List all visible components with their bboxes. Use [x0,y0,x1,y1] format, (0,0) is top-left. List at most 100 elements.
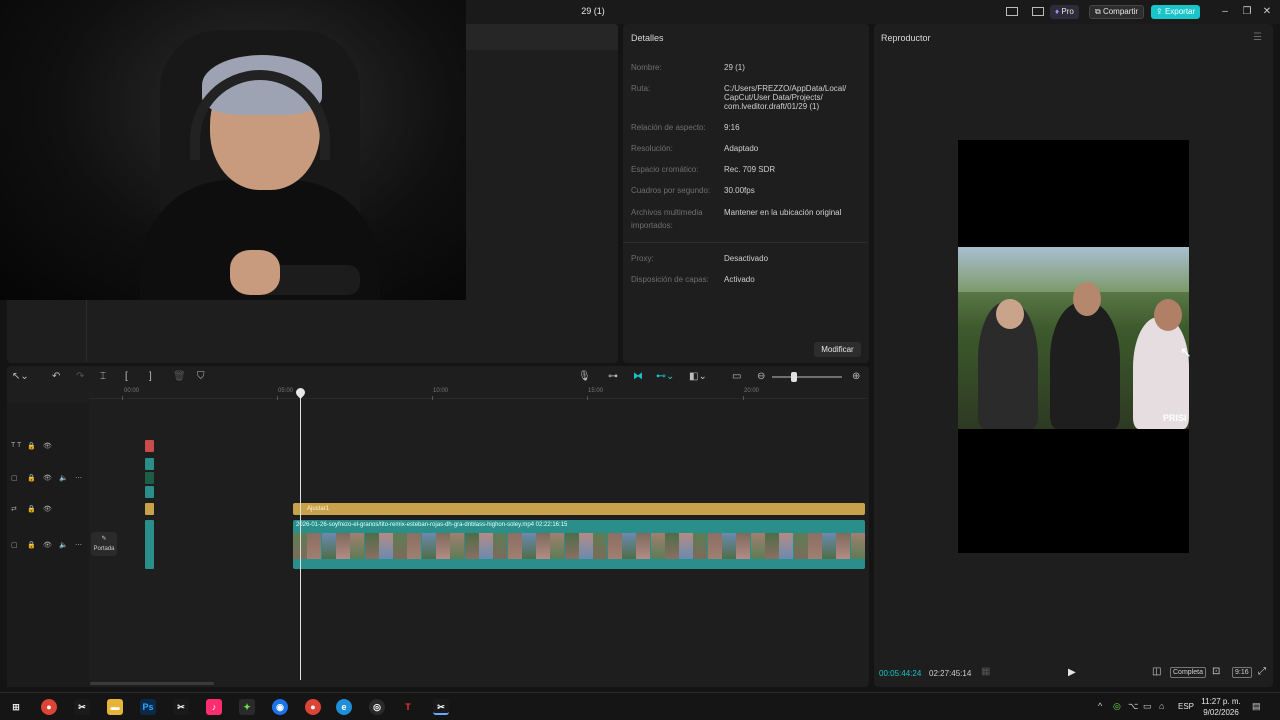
total-time: 02:27:45:14 [929,669,972,678]
speaker-icon[interactable]: 🔈 [59,541,68,549]
eye-icon[interactable]: 👁 [43,541,52,549]
trim-left-icon[interactable]: [ [125,371,128,382]
photoshop-icon[interactable]: Ps [140,699,156,715]
ruler-tick [432,396,433,400]
shield-icon[interactable]: ⛉ [197,371,205,382]
cover-button[interactable]: ✎ Portada [91,532,117,556]
video-clip-small[interactable] [145,472,154,484]
magnet-icon[interactable]: ⧓ [633,371,643,382]
filmstrip-frame [350,533,365,559]
filmstrip-frame [707,533,722,559]
adjust-clip-small[interactable] [145,503,154,515]
grid-icon[interactable]: ▦ [981,666,990,677]
detail-label-aspect: Relación de aspecto: [631,123,706,132]
select-tool-icon[interactable]: ↖⌄ [12,371,29,382]
chrome-icon[interactable]: ● [305,699,321,715]
eye-icon[interactable]: 👁 [43,474,52,482]
chrome-icon[interactable]: ● [41,699,57,715]
export-button[interactable]: ⇪ Exportar [1151,5,1201,19]
chevron-up-icon[interactable]: ^ [1098,701,1102,711]
lock-icon[interactable]: 🔒 [27,541,36,549]
filmstrip-frame [850,533,865,559]
notifications-icon[interactable]: ▤ [1252,701,1261,712]
caption-icon[interactable]: ▭ [732,371,741,382]
clock[interactable]: 11:27 p. m. 9/02/2026 [1200,696,1242,718]
bluetooth-icon[interactable]: ⌥ [1128,701,1138,712]
video-clip-small[interactable] [145,486,154,498]
ruler-tick-label: 20:00 [744,388,760,394]
display-icon[interactable]: ▭ [1143,701,1152,712]
capcut-icon[interactable]: ✂ [173,699,189,715]
language-indicator[interactable]: ESP [1178,702,1194,711]
shortcut-icon[interactable] [1032,7,1044,16]
filmstrip-frame [564,533,579,559]
detail-label-resolution: Resolución: [631,144,673,153]
more-icon[interactable]: ⋯ [75,541,82,549]
detail-label-proxy: Proxy: [631,254,654,263]
playhead[interactable] [300,394,301,680]
modify-button[interactable]: Modificar [814,342,861,357]
windows-start-icon[interactable]: ⊞ [8,699,24,715]
obs-icon[interactable]: ◎ [369,699,385,715]
zoom-in-icon[interactable]: ⊕ [852,371,860,382]
edge-icon[interactable]: e [336,699,352,715]
menu-icon[interactable]: ☰ [1253,32,1262,43]
layout-icon[interactable] [1006,7,1018,16]
filmstrip-frame [421,533,436,559]
capcut-active-icon[interactable]: ✂ [433,699,449,715]
detail-value-colorspace: Rec. 709 SDR [724,165,776,174]
tray-app-icon[interactable]: ◎ [1113,701,1121,712]
minimize-icon[interactable]: – [1217,4,1233,20]
filmstrip-frame [807,533,822,559]
clock-time: 11:27 p. m. [1201,697,1241,706]
play-icon[interactable]: ▶ [1068,667,1076,678]
capcut-icon[interactable]: ✂ [74,699,90,715]
delete-icon[interactable]: 🗑 [173,371,186,382]
lock-icon[interactable]: 🔒 [27,474,36,482]
share-button[interactable]: ⧉ Compartir [1089,5,1145,19]
folder-icon[interactable]: ▬ [107,699,123,715]
ratio-button[interactable]: 9:16 [1232,667,1252,678]
eye-icon[interactable]: 👁 [43,442,52,450]
filmstrip-frame [650,533,665,559]
adjust-clip[interactable]: Ajustar1 [293,503,865,515]
ruler-tick-label: 05:00 [278,388,294,394]
filmstrip-frame [393,533,408,559]
pro-button[interactable]: ♦ Pro [1050,5,1079,19]
time-ruler[interactable] [89,398,867,399]
filmstrip-frame [521,533,536,559]
app-icon[interactable]: ✦ [239,699,255,715]
more-icon[interactable]: ⋯ [75,474,82,482]
microphone-icon[interactable]: 🎙 [578,371,591,382]
undo-icon[interactable]: ↶ [52,371,60,382]
crop-icon[interactable]: ◫ [1152,666,1161,677]
speaker-icon[interactable]: 🔈 [59,474,68,482]
text-clip[interactable] [145,440,154,452]
timeline-scrollbar[interactable] [90,682,214,685]
zoom-slider-handle[interactable] [791,372,797,382]
link-icon[interactable]: ⊶ [608,371,618,382]
close-icon[interactable]: ✕ [1259,4,1275,20]
network-icon[interactable]: ⌂ [1159,701,1164,711]
screenshot-icon[interactable]: ⊡ [1212,666,1220,677]
lock-icon[interactable]: 🔒 [27,505,36,513]
eye-icon[interactable]: 👁 [43,505,52,513]
quality-button[interactable]: Completa [1170,667,1206,678]
text-app-icon[interactable]: T [400,699,416,715]
tiktok-icon[interactable]: ♪ [206,699,222,715]
split-icon[interactable]: ⌶ [100,371,106,382]
redo-icon[interactable]: ↷ [76,371,84,382]
lock-icon[interactable]: 🔒 [27,442,36,450]
filmstrip-frame [579,533,593,559]
fullscreen-icon[interactable]: ⤢ [1258,666,1266,677]
linkage-icon[interactable]: ⊷⌄ [656,371,674,382]
restore-icon[interactable]: ❐ [1239,4,1255,20]
video-clip-small[interactable] [145,520,154,569]
zoom-slider[interactable] [772,376,842,378]
preview-axis-icon[interactable]: ◧⌄ [689,371,707,382]
video-clip-small[interactable] [145,458,154,470]
zoom-out-icon[interactable]: ⊖ [757,371,765,382]
trim-right-icon[interactable]: ] [149,371,152,382]
app-icon[interactable]: ◉ [272,699,288,715]
detail-label-imported: Archivos multimedia importados: [631,208,703,230]
